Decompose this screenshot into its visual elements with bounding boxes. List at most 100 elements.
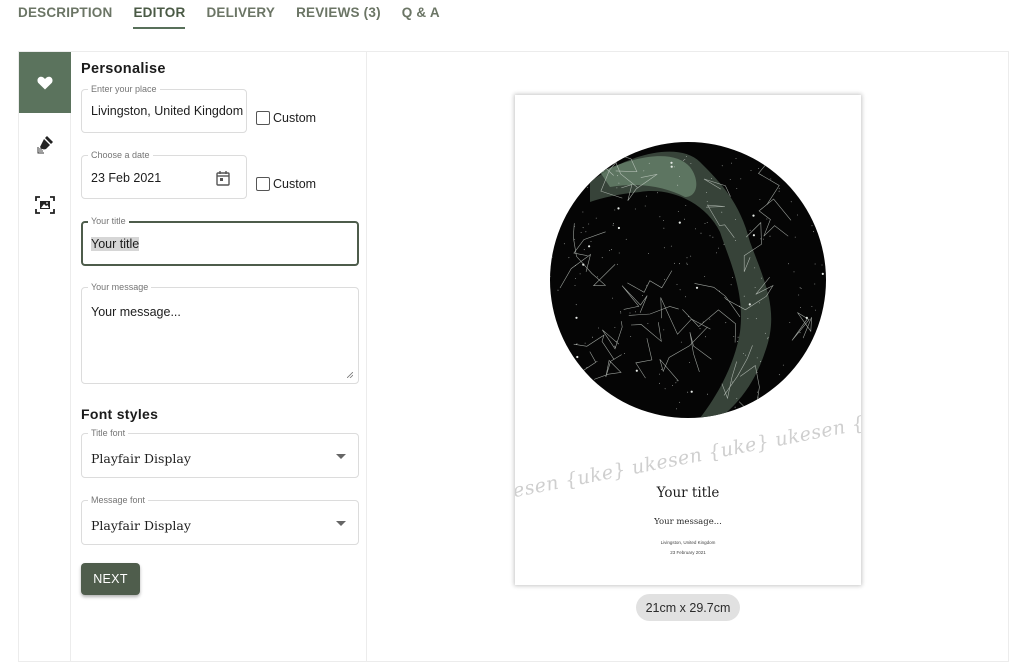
poster-title: Your title — [656, 485, 720, 501]
star — [571, 397, 573, 398]
constellation — [559, 253, 591, 289]
star — [764, 332, 766, 334]
star — [682, 159, 684, 161]
date-input[interactable]: Choose a date 23 Feb 2021 — [81, 150, 247, 199]
place-value: Livingston, United Kingdom — [91, 104, 244, 118]
star — [551, 350, 553, 352]
place-custom-checkbox[interactable]: Custom — [256, 111, 316, 125]
star — [574, 285, 576, 286]
tab-delivery[interactable]: DELIVERY — [206, 0, 275, 30]
star — [811, 142, 813, 143]
star — [685, 156, 687, 157]
date-label: Choose a date — [88, 150, 153, 161]
star — [810, 363, 812, 364]
star — [737, 341, 738, 342]
star — [684, 218, 685, 220]
star — [814, 283, 816, 285]
star — [690, 390, 693, 393]
star — [816, 397, 818, 399]
rail-item-style[interactable] — [19, 113, 71, 174]
star — [761, 277, 762, 279]
star — [815, 361, 818, 364]
star — [806, 150, 808, 152]
poster-preview: ukesen {uke} ukesen {uke} ukesen {uke} u… — [515, 95, 861, 585]
star — [568, 257, 570, 259]
personalise-heading: Personalise — [81, 61, 166, 77]
star — [582, 389, 584, 391]
star — [754, 267, 756, 269]
star — [593, 395, 595, 397]
message-label: Your message — [88, 282, 152, 293]
star — [685, 205, 687, 206]
star — [818, 164, 819, 166]
star — [759, 302, 760, 304]
star — [588, 223, 590, 225]
star — [575, 316, 578, 319]
poster-size-badge[interactable]: 21cm x 29.7cm — [636, 594, 740, 621]
star — [700, 232, 702, 234]
place-input[interactable]: Enter your place Livingston, United King… — [81, 84, 247, 133]
star — [687, 391, 689, 393]
star — [686, 257, 688, 259]
star — [583, 174, 585, 175]
star — [816, 388, 818, 389]
star — [758, 168, 760, 169]
constellation — [785, 382, 798, 399]
star — [661, 368, 662, 370]
star — [635, 311, 636, 313]
star — [644, 205, 646, 207]
star — [616, 155, 618, 157]
tab-description[interactable]: DESCRIPTION — [18, 0, 112, 30]
star — [707, 393, 708, 395]
star — [821, 272, 824, 275]
star — [731, 162, 732, 164]
star — [618, 182, 620, 184]
date-custom-checkbox[interactable]: Custom — [256, 177, 316, 191]
star — [579, 273, 581, 275]
star — [620, 311, 621, 313]
star — [690, 255, 692, 257]
star — [695, 286, 699, 289]
star — [735, 158, 737, 159]
checkbox-box[interactable] — [256, 177, 270, 191]
star — [582, 211, 584, 213]
star — [685, 296, 686, 298]
star — [757, 391, 758, 393]
title-font-select[interactable]: Title font Playfair Display — [81, 428, 359, 478]
star — [617, 226, 620, 230]
star — [587, 187, 589, 188]
star — [573, 199, 575, 201]
checkbox-box[interactable] — [256, 111, 270, 125]
message-font-select[interactable]: Message font Playfair Display — [81, 495, 359, 545]
constellation — [593, 354, 622, 380]
star — [721, 211, 723, 213]
star — [800, 288, 802, 289]
message-textarea[interactable]: Your message Your message... — [81, 282, 359, 384]
title-input[interactable]: Your title Your title — [81, 216, 359, 266]
tab-reviews[interactable]: REVIEWS (3) — [296, 0, 381, 30]
star — [735, 219, 736, 220]
resize-handle-icon[interactable] — [347, 372, 353, 378]
star — [766, 394, 768, 395]
tab-editor[interactable]: EDITOR — [133, 0, 186, 30]
rail-item-personalise[interactable] — [19, 52, 71, 113]
star — [670, 161, 673, 164]
star — [670, 165, 673, 168]
star — [572, 147, 573, 149]
next-button[interactable]: NEXT — [81, 563, 140, 595]
star — [778, 190, 780, 192]
chevron-down-icon — [336, 454, 346, 459]
star — [659, 382, 660, 384]
constellation — [660, 297, 711, 335]
calendar-icon[interactable] — [216, 170, 230, 186]
star — [556, 230, 558, 232]
star — [647, 323, 649, 324]
star — [550, 197, 552, 199]
tab-qa[interactable]: Q & A — [402, 0, 440, 30]
star — [798, 170, 799, 172]
star — [743, 353, 744, 354]
star — [629, 312, 631, 314]
star — [736, 188, 738, 189]
rail-item-frame[interactable] — [19, 174, 71, 235]
star — [551, 240, 553, 242]
